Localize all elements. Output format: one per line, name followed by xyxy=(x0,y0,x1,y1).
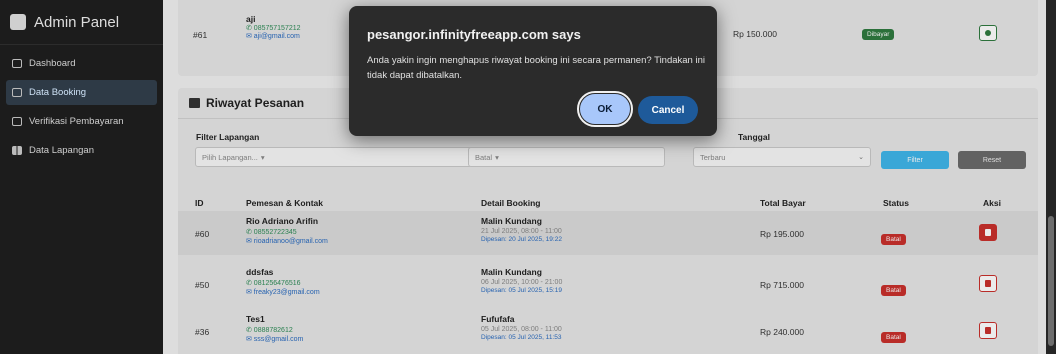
cancel-button[interactable]: Cancel xyxy=(638,96,698,124)
sidebar-item-verifikasi[interactable]: Verifikasi Pembayaran xyxy=(6,109,157,134)
confirm-dialog: pesangor.infinityfreeapp.com says Anda y… xyxy=(349,6,717,136)
sidebar-nav: Dashboard Data Booking Verifikasi Pembay… xyxy=(0,51,163,163)
sidebar-item-label: Data Lapangan xyxy=(29,145,94,156)
grid-icon xyxy=(12,146,22,155)
dashboard-icon xyxy=(12,59,22,68)
card-icon xyxy=(12,117,22,126)
calendar-icon xyxy=(12,88,22,97)
sidebar-item-label: Dashboard xyxy=(29,58,76,69)
sidebar-item-data-lapangan[interactable]: Data Lapangan xyxy=(6,138,157,163)
ok-button[interactable]: OK xyxy=(577,91,633,127)
sidebar-item-data-booking[interactable]: Data Booking xyxy=(6,80,157,105)
cube-icon xyxy=(10,14,26,30)
dialog-message: Anda yakin ingin menghapus riwayat booki… xyxy=(367,55,705,81)
brand[interactable]: Admin Panel xyxy=(0,0,163,45)
sidebar-item-label: Data Booking xyxy=(29,87,87,98)
sidebar: Admin Panel Dashboard Data Booking Verif… xyxy=(0,0,163,354)
brand-title: Admin Panel xyxy=(34,13,120,31)
dialog-title: pesangor.infinityfreeapp.com says xyxy=(367,27,581,42)
sidebar-item-dashboard[interactable]: Dashboard xyxy=(6,51,157,76)
sidebar-item-label: Verifikasi Pembayaran xyxy=(29,116,124,127)
